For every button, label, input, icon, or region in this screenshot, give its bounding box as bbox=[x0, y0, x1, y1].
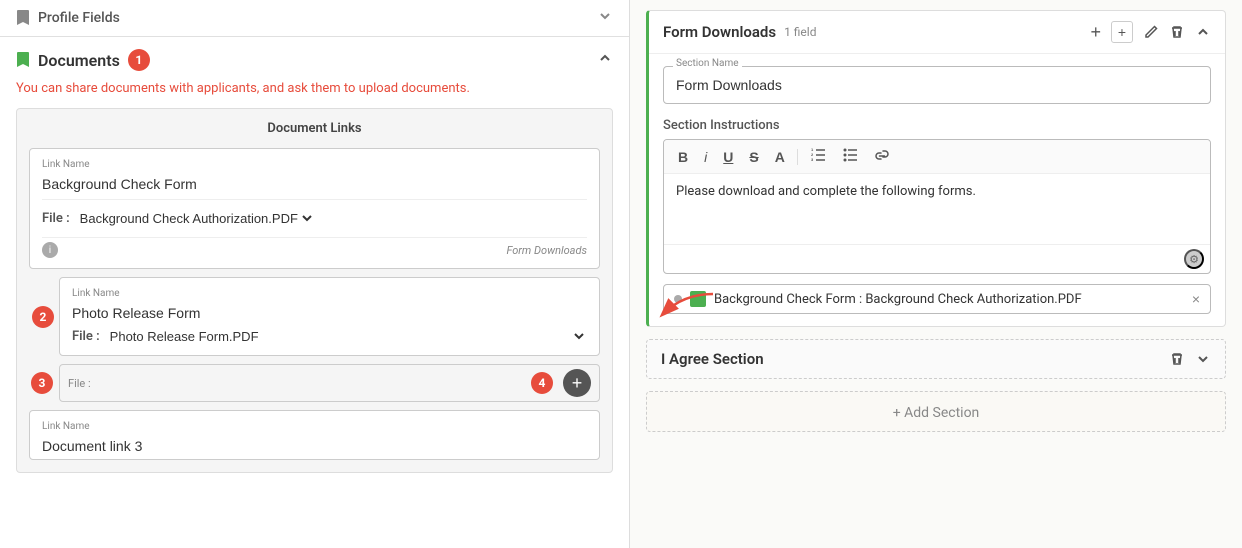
section-name-label: Section Name bbox=[673, 58, 742, 69]
df-dot bbox=[674, 295, 682, 303]
file-label-1: File : bbox=[42, 211, 70, 226]
partial-link-input[interactable] bbox=[42, 438, 587, 454]
section-header: Documents 1 bbox=[16, 49, 613, 71]
partial-link-label: Link Name bbox=[42, 421, 587, 432]
df-close-btn[interactable]: × bbox=[1192, 291, 1200, 307]
add-field-btn-2[interactable]: + bbox=[1111, 21, 1133, 43]
strikethrough-btn[interactable]: S bbox=[745, 147, 762, 167]
agree-title: I Agree Section bbox=[661, 350, 764, 368]
section-name-input[interactable] bbox=[663, 66, 1211, 104]
link-card-2: 2 Link Name File : Photo Release Form.PD… bbox=[59, 277, 600, 356]
file-row-1: File : Background Check Authorization.PD… bbox=[42, 204, 315, 233]
collapse-section-btn[interactable] bbox=[1195, 24, 1211, 40]
agree-delete-btn[interactable] bbox=[1169, 351, 1185, 367]
file-row-hint: File : bbox=[68, 377, 91, 390]
fsb-field-count: 1 field bbox=[784, 25, 816, 39]
rich-text-box: B i U S A 123 bbox=[663, 139, 1211, 274]
file-label-2: File : bbox=[72, 329, 100, 344]
add-section-bar[interactable]: + Add Section bbox=[646, 391, 1226, 432]
df-green-square bbox=[690, 291, 706, 307]
form-section-block: Form Downloads 1 field + + bbox=[646, 10, 1226, 327]
right-inner: Form Downloads 1 field + + bbox=[630, 0, 1242, 548]
left-panel: Profile Fields Documents 1 bbox=[0, 0, 630, 548]
ordered-list-btn[interactable]: 123 bbox=[806, 146, 830, 167]
instructions-group: Section Instructions B i U S A 123 bbox=[663, 118, 1211, 274]
fsb-title: Form Downloads bbox=[663, 23, 776, 41]
documents-badge: 1 bbox=[128, 49, 150, 71]
badge-2: 2 bbox=[32, 306, 54, 328]
svg-text:3: 3 bbox=[811, 157, 814, 162]
profile-fields-bar: Profile Fields bbox=[0, 0, 629, 37]
bold-btn[interactable]: B bbox=[674, 147, 692, 167]
badge-3: 3 bbox=[31, 372, 53, 394]
link-name-input-1[interactable] bbox=[42, 176, 587, 192]
info-icon-1: i bbox=[42, 242, 58, 258]
profile-fields-title: Profile Fields bbox=[38, 10, 120, 26]
add-row-inner: File : 4 + bbox=[59, 364, 600, 402]
badge-4: 4 bbox=[531, 372, 553, 394]
link-btn[interactable] bbox=[870, 146, 894, 167]
underline-btn[interactable]: U bbox=[719, 147, 737, 167]
add-btn-wrapper: 4 + bbox=[563, 369, 591, 397]
doc-links-box: Document Links Link Name File : Backgrou… bbox=[16, 108, 613, 473]
link-name-input-2[interactable] bbox=[72, 305, 587, 321]
fsb-title-group: Form Downloads 1 field bbox=[663, 23, 816, 41]
rich-text-footer: ⚙ bbox=[664, 244, 1210, 273]
agree-section-block: I Agree Section bbox=[646, 339, 1226, 379]
file-row-2: File : Photo Release Form.PDF bbox=[72, 328, 587, 345]
df-text: Background Check Form : Background Check… bbox=[714, 292, 1184, 307]
collapse-icon[interactable] bbox=[597, 50, 613, 70]
toolbar-separator bbox=[797, 149, 798, 165]
link-card-1: Link Name File : Background Check Author… bbox=[29, 148, 600, 269]
rich-text-content[interactable]: Please download and complete the followi… bbox=[664, 174, 1210, 244]
info-text: You can share documents with applicants,… bbox=[16, 81, 613, 96]
documents-title: Documents bbox=[38, 51, 120, 70]
unordered-list-btn[interactable] bbox=[838, 146, 862, 167]
card-footer-1: File : Background Check Authorization.PD… bbox=[42, 199, 587, 233]
documents-section: Documents 1 You can share documents with… bbox=[0, 37, 629, 548]
agree-actions bbox=[1169, 351, 1211, 367]
form-downloads-tag: Form Downloads bbox=[506, 244, 587, 257]
add-field-btn-1[interactable]: + bbox=[1090, 22, 1101, 43]
section-name-group: Section Name bbox=[663, 66, 1211, 104]
agree-expand-btn[interactable] bbox=[1195, 351, 1211, 367]
partial-link-card: Link Name bbox=[29, 410, 600, 460]
italic-btn[interactable]: i bbox=[700, 147, 711, 167]
doc-links-title: Document Links bbox=[29, 121, 600, 136]
chevron-down-icon[interactable] bbox=[597, 8, 613, 28]
file-select-1[interactable]: Background Check Authorization.PDF bbox=[76, 210, 315, 227]
fsb-actions: + + bbox=[1090, 21, 1211, 43]
add-button[interactable]: + bbox=[563, 369, 591, 397]
fontsize-btn[interactable]: A bbox=[771, 147, 789, 167]
bookmark-icon bbox=[16, 10, 30, 26]
fsb-header: Form Downloads 1 field + + bbox=[649, 11, 1225, 54]
section-header-left: Documents 1 bbox=[16, 49, 150, 71]
add-section-wrapper: 3 File : 4 + bbox=[59, 364, 600, 402]
profile-fields-left: Profile Fields bbox=[16, 10, 120, 26]
link-name-label-1: Link Name bbox=[42, 159, 587, 170]
fsb-body: Section Name Section Instructions B i U … bbox=[649, 54, 1225, 326]
instructions-label: Section Instructions bbox=[663, 118, 1211, 133]
link-name-label-2: Link Name bbox=[72, 288, 587, 299]
agree-header: I Agree Section bbox=[647, 340, 1225, 378]
edit-btn[interactable] bbox=[1143, 24, 1159, 40]
settings-btn[interactable]: ⚙ bbox=[1184, 249, 1204, 269]
green-bookmark-icon bbox=[16, 52, 30, 68]
add-section-text: + Add Section bbox=[893, 405, 980, 421]
right-panel: Form Downloads 1 field + + bbox=[630, 0, 1242, 548]
rich-text-toolbar: B i U S A 123 bbox=[664, 140, 1210, 174]
file-select-2[interactable]: Photo Release Form.PDF bbox=[106, 328, 587, 345]
delete-btn[interactable] bbox=[1169, 24, 1185, 40]
download-field-row: Background Check Form : Background Check… bbox=[663, 284, 1211, 314]
